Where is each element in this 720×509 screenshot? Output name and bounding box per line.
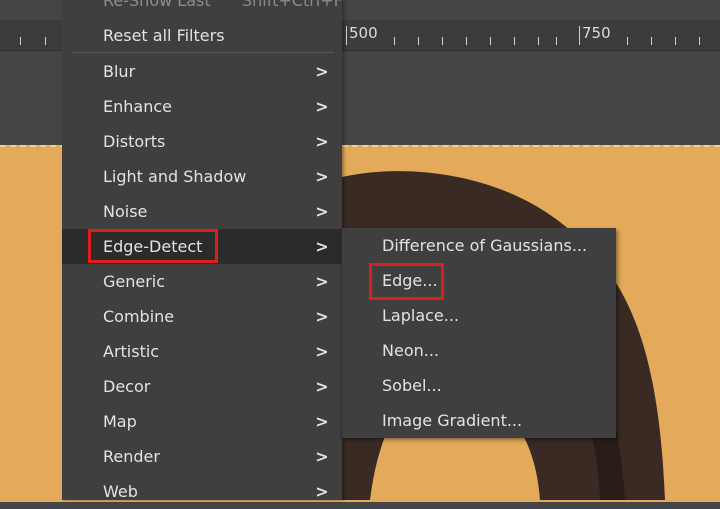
chevron-right-icon: > <box>315 307 329 326</box>
menu-item-map[interactable]: Map > <box>62 404 342 439</box>
highlight-box-edge <box>369 263 444 300</box>
menu-item-light-and-shadow[interactable]: Light and Shadow > <box>62 159 342 194</box>
menu-item-label: Generic <box>103 272 166 291</box>
menu-item-distorts[interactable]: Distorts > <box>62 124 342 159</box>
menu-item-label: Render <box>103 447 160 466</box>
chevron-right-icon: > <box>315 167 329 186</box>
submenu-item-label: Image Gradient... <box>382 411 523 430</box>
menu-item-decor[interactable]: Decor > <box>62 369 342 404</box>
menu-item-label: Map <box>103 412 137 431</box>
menu-item-label: Artistic <box>103 342 160 361</box>
chevron-right-icon: > <box>315 377 329 396</box>
menu-item-label: Web <box>103 482 138 501</box>
menu-item-label: Light and Shadow <box>103 167 247 186</box>
menu-item-web[interactable]: Web > <box>62 474 342 509</box>
menu-item-render[interactable]: Render > <box>62 439 342 474</box>
menu-item-enhance[interactable]: Enhance > <box>62 89 342 124</box>
menu-item-label: Re-Show Last <box>103 0 211 10</box>
submenu-item-label: Laplace... <box>382 306 460 325</box>
chevron-right-icon: > <box>315 132 329 151</box>
menu-item-blur[interactable]: Blur > <box>62 54 342 89</box>
menu-item-label: Distorts <box>103 132 166 151</box>
menu-item-artistic[interactable]: Artistic > <box>62 334 342 369</box>
menu-item-combine[interactable]: Combine > <box>62 299 342 334</box>
submenu-item-neon[interactable]: Neon... <box>342 333 616 368</box>
menu-item-noise[interactable]: Noise > <box>62 194 342 229</box>
chevron-right-icon: > <box>315 272 329 291</box>
submenu-item-laplace[interactable]: Laplace... <box>342 298 616 333</box>
menu-separator <box>72 52 334 53</box>
chevron-right-icon: > <box>315 97 329 116</box>
menu-item-label: Noise <box>103 202 148 221</box>
edge-detect-submenu: Difference of Gaussians... Edge... Lapla… <box>341 228 616 438</box>
submenu-item-difference-of-gaussians[interactable]: Difference of Gaussians... <box>342 228 616 263</box>
chevron-right-icon: > <box>315 202 329 221</box>
chevron-right-icon: > <box>315 62 329 81</box>
menu-item-label: Blur <box>103 62 136 81</box>
menu-item-generic[interactable]: Generic > <box>62 264 342 299</box>
chevron-right-icon: > <box>315 342 329 361</box>
chevron-right-icon: > <box>315 412 329 431</box>
submenu-item-label: Neon... <box>382 341 439 360</box>
menu-item-label: Reset all Filters <box>103 26 225 45</box>
menu-item-reshow-last[interactable]: Re-Show Last Shift+Ctrl+F <box>62 0 343 18</box>
submenu-item-label: Sobel... <box>382 376 442 395</box>
menu-item-label: Enhance <box>103 97 172 116</box>
submenu-item-image-gradient[interactable]: Image Gradient... <box>342 403 616 438</box>
highlight-box-edge-detect <box>88 229 218 263</box>
chevron-right-icon: > <box>315 482 329 501</box>
chevron-right-icon: > <box>315 447 329 466</box>
menu-item-label: Combine <box>103 307 175 326</box>
menu-item-label: Decor <box>103 377 151 396</box>
submenu-item-sobel[interactable]: Sobel... <box>342 368 616 403</box>
menu-item-reset-all-filters[interactable]: Reset all Filters <box>62 18 342 53</box>
menu-item-shortcut: Shift+Ctrl+F <box>242 0 343 10</box>
chevron-right-icon: > <box>315 237 329 256</box>
submenu-item-label: Difference of Gaussians... <box>382 236 588 255</box>
